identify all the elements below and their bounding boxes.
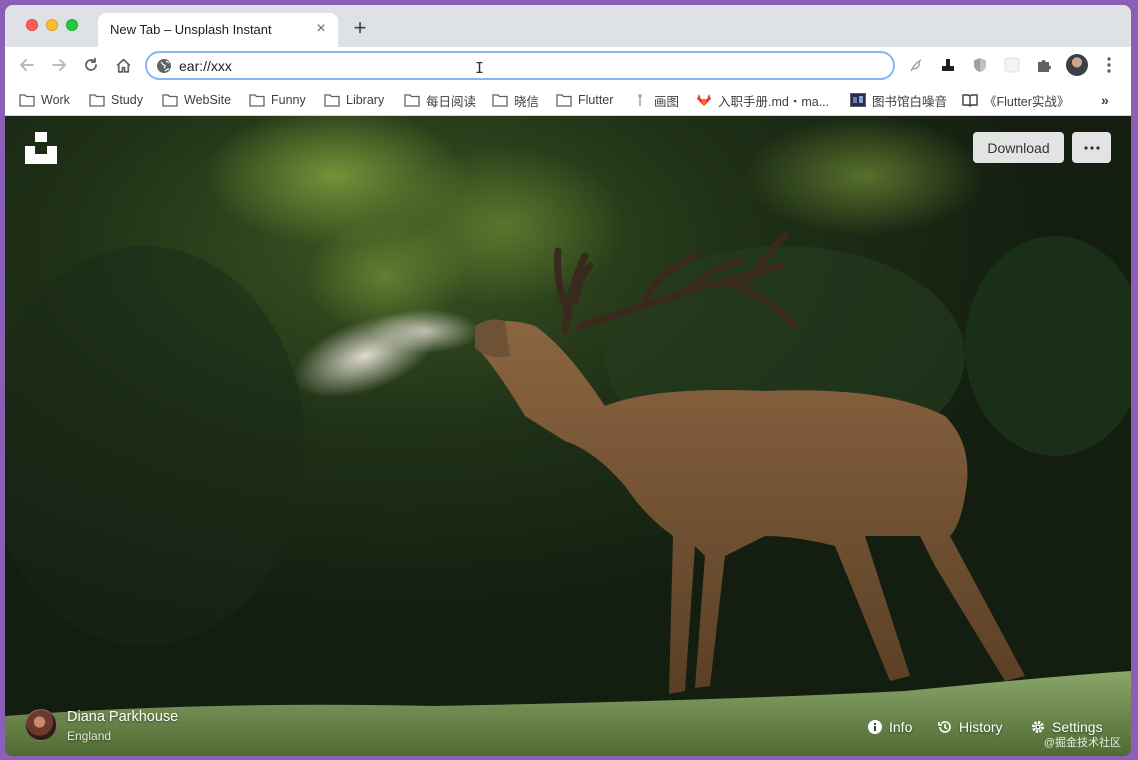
info-label: Info: [889, 719, 913, 735]
maximize-window-button[interactable]: [66, 19, 78, 31]
history-icon: [938, 721, 951, 733]
reload-button[interactable]: [81, 55, 101, 75]
more-options-button[interactable]: [1072, 132, 1111, 163]
bookmark-folder[interactable]: Funny: [249, 89, 306, 111]
folder-icon: [162, 94, 178, 107]
reload-icon: [85, 57, 97, 71]
history-label: History: [959, 719, 1003, 735]
stamp-icon[interactable]: [939, 56, 957, 74]
bookmark-label: 每日阅读: [426, 94, 477, 109]
folder-icon: [556, 94, 572, 107]
home-button[interactable]: [113, 55, 133, 75]
new-tab-content: Download Diana Parkhouse England Info Hi…: [5, 116, 1131, 756]
folder-icon: [492, 94, 508, 107]
history-button[interactable]: History: [937, 718, 1003, 736]
bookmark-label: 入职手册.md・ma...: [718, 94, 830, 109]
bookmark-folder[interactable]: Study: [89, 89, 143, 111]
background-photo: [5, 116, 1131, 756]
bookmark-folder[interactable]: 每日阅读: [404, 89, 476, 111]
gear-icon: [1032, 721, 1044, 733]
puzzle-icon[interactable]: [1035, 56, 1053, 74]
info-button[interactable]: Info: [867, 718, 912, 736]
arrow-left-icon: [20, 59, 34, 71]
browser-toolbar: I: [5, 47, 1131, 83]
bookmark-label: 画图: [654, 94, 680, 109]
bookmark-label: WebSite: [184, 93, 232, 107]
author-name[interactable]: Diana Parkhouse: [67, 709, 178, 725]
bookmark-label: Flutter: [578, 93, 614, 107]
bookmark-label: 晓信: [514, 94, 540, 109]
author-location: England: [67, 729, 112, 743]
folder-icon: [19, 94, 35, 107]
bookmark-folder[interactable]: WebSite: [162, 89, 231, 111]
feather-icon[interactable]: [907, 56, 925, 74]
book-icon: [962, 94, 978, 107]
tab-active[interactable]: New Tab – Unsplash Instant ×: [98, 13, 338, 47]
bookmark-folder[interactable]: Work: [19, 89, 70, 111]
watermark: @掘金技术社区: [1043, 737, 1121, 749]
browser-window: New Tab – Unsplash Instant × + I: [5, 5, 1131, 756]
blank-extension-icon[interactable]: [1003, 56, 1021, 74]
bookmark-label: Work: [41, 93, 70, 107]
bookmark-label: 图书馆白噪音: [872, 94, 948, 109]
kebab-icon[interactable]: [1101, 55, 1117, 75]
back-button[interactable]: [17, 55, 37, 75]
address-bar[interactable]: I: [145, 51, 895, 80]
profile-avatar[interactable]: [1066, 54, 1088, 76]
gitlab-icon: [697, 94, 711, 106]
bookmark-link[interactable]: 画图: [632, 89, 679, 111]
arrow-right-icon: [52, 59, 66, 71]
info-icon: [868, 720, 882, 734]
image-thumb-icon: [850, 93, 866, 107]
settings-label: Settings: [1052, 719, 1103, 735]
bookmark-label: Funny: [271, 93, 306, 107]
bookmark-label: Study: [111, 93, 143, 107]
text-cursor-icon: I: [475, 59, 485, 77]
folder-icon: [324, 94, 340, 107]
shield-icon[interactable]: [971, 56, 989, 74]
bookmark-folder[interactable]: Flutter: [556, 89, 613, 111]
bookmark-link[interactable]: 图书馆白噪音: [850, 89, 947, 111]
bookmark-link[interactable]: 入职手册.md・ma...: [696, 89, 829, 111]
tab-strip: New Tab – Unsplash Instant × +: [5, 5, 1131, 47]
bookmark-label: 《Flutter实战》: [984, 94, 1070, 109]
globe-icon[interactable]: [156, 58, 172, 74]
tab-close-icon[interactable]: ×: [312, 20, 330, 38]
new-tab-button[interactable]: +: [350, 17, 370, 39]
download-button[interactable]: Download: [973, 132, 1064, 163]
bookmark-folder[interactable]: 晓信: [492, 89, 539, 111]
bookmark-link[interactable]: 《Flutter实战》: [962, 89, 1069, 111]
bookmarks-bar: Work Study WebSite Funny Library 每日阅读 晓信: [5, 83, 1131, 116]
bookmark-label: Library: [346, 93, 385, 107]
folder-icon: [89, 94, 105, 107]
bookmark-folder[interactable]: Library: [324, 89, 384, 111]
forward-button[interactable]: [49, 55, 69, 75]
bookmarks-overflow-button[interactable]: »: [1101, 92, 1109, 108]
tab-title: New Tab – Unsplash Instant: [110, 22, 272, 37]
address-input[interactable]: [179, 56, 859, 76]
author-avatar[interactable]: [25, 709, 57, 741]
more-dots-icon: [1083, 145, 1100, 150]
close-window-button[interactable]: [26, 19, 38, 31]
folder-icon: [404, 94, 420, 107]
pen-icon: [638, 94, 642, 106]
unsplash-logo-icon[interactable]: [25, 132, 57, 164]
folder-icon: [249, 94, 265, 107]
home-icon: [116, 58, 130, 73]
minimize-window-button[interactable]: [46, 19, 58, 31]
